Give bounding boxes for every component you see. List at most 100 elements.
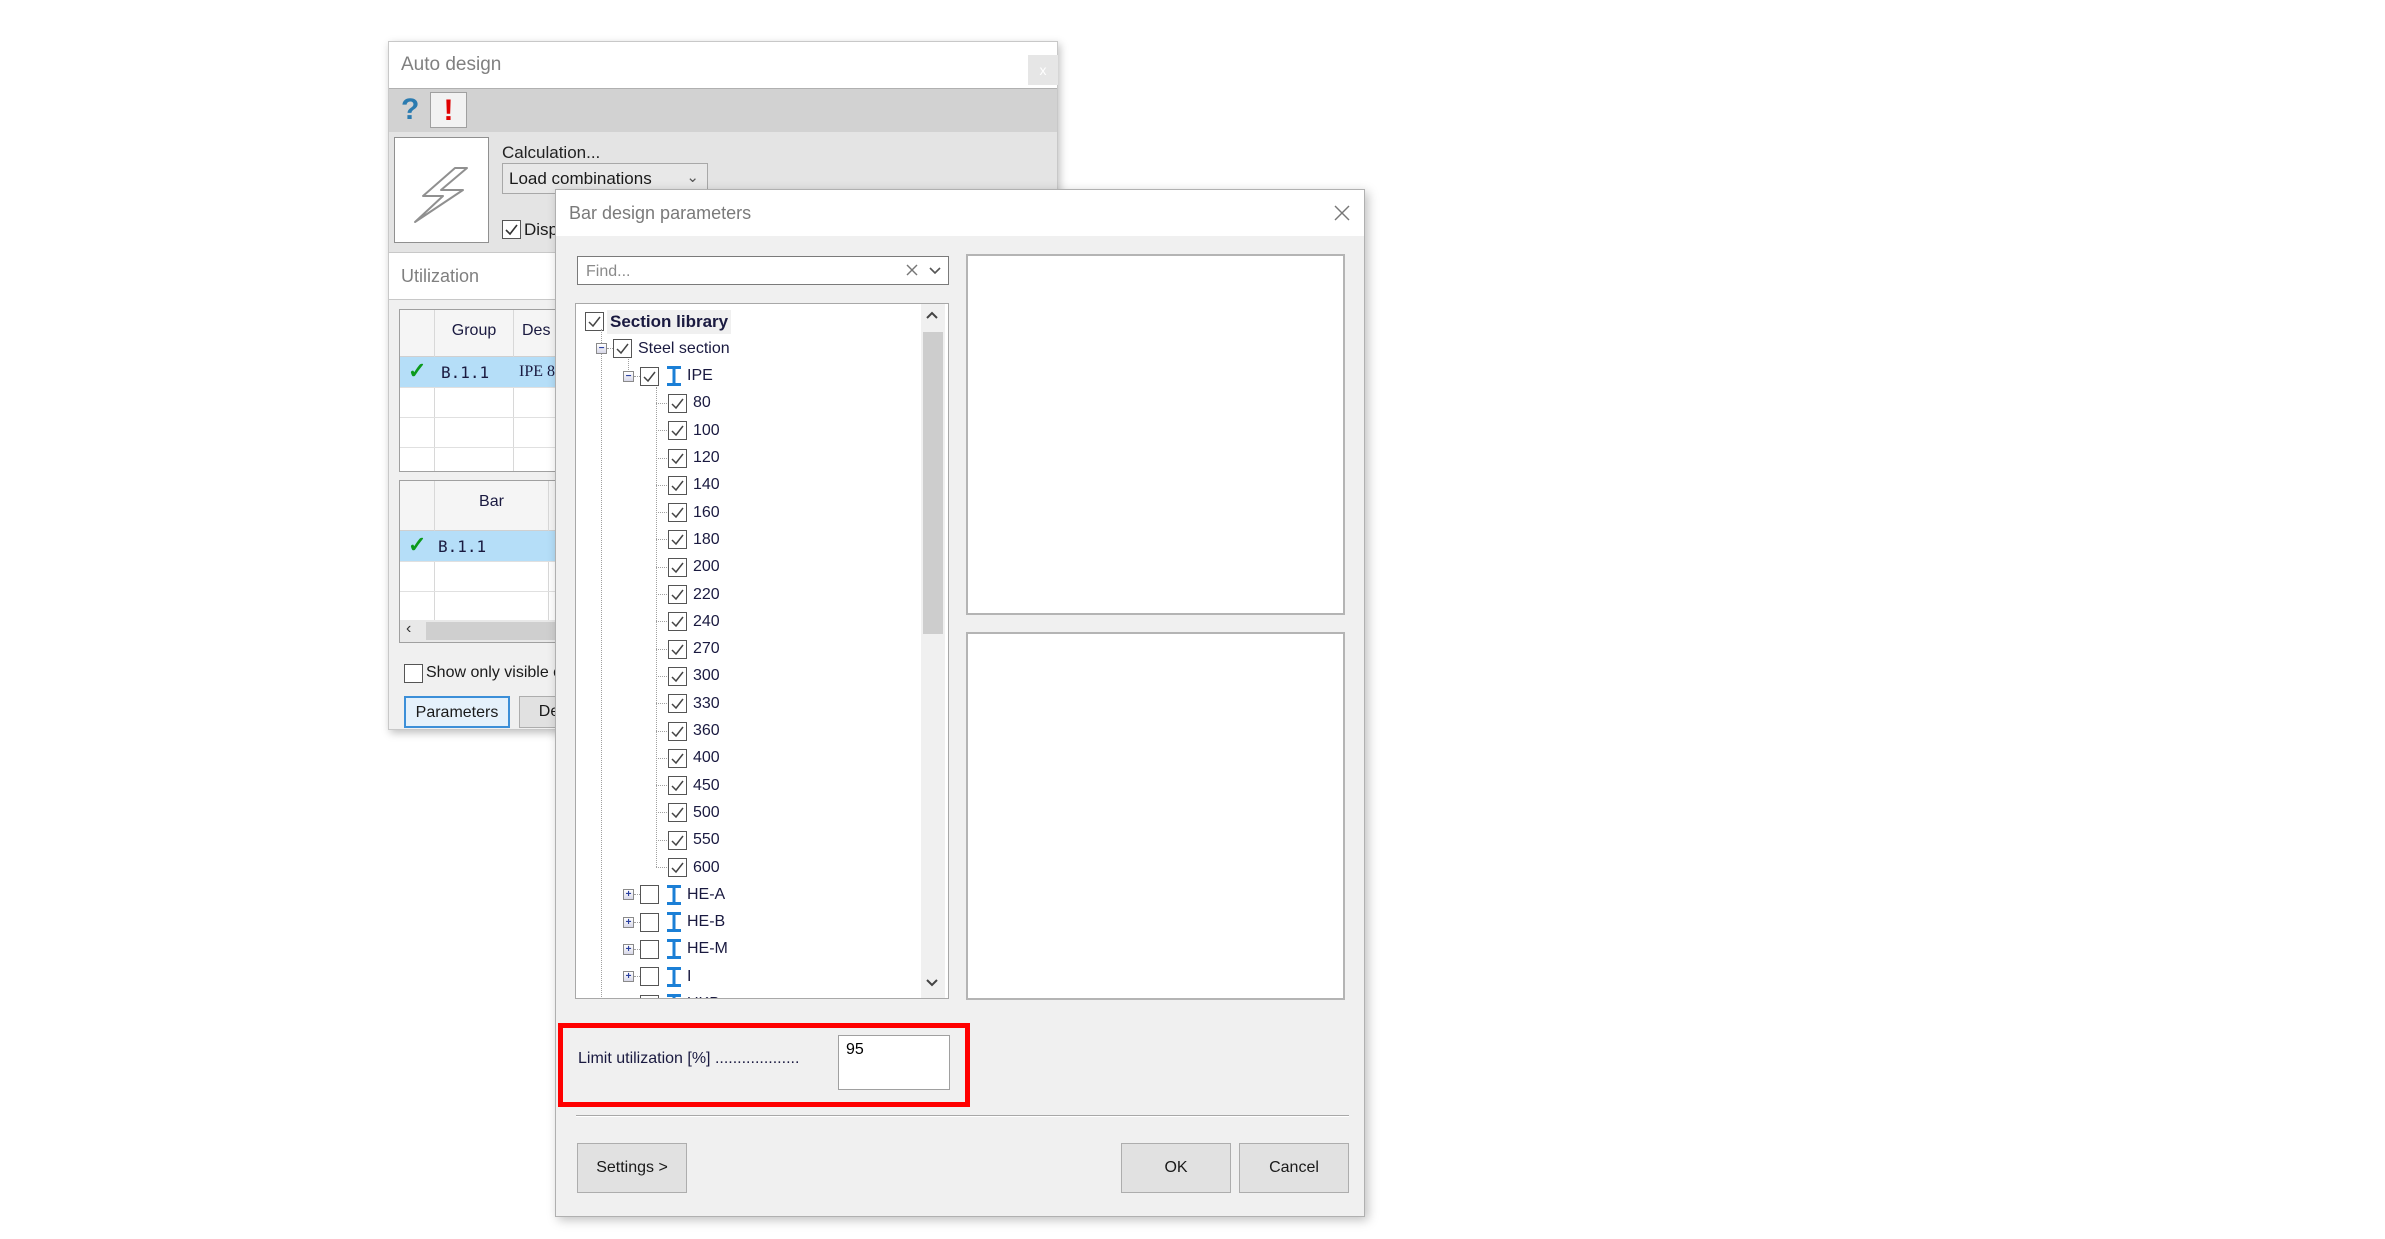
- tree-node-ukb[interactable]: UKB: [640, 991, 720, 998]
- column-header-group[interactable]: Group: [435, 322, 513, 340]
- tree-node-ipe-270[interactable]: 270: [668, 636, 720, 663]
- tree-node-ipe-100-checkbox[interactable]: [668, 421, 687, 441]
- checkmark-icon: [671, 425, 684, 437]
- tree-node-ipe-240[interactable]: 240: [668, 608, 720, 635]
- tree-node-he-a[interactable]: HE-A: [640, 881, 725, 908]
- tree-node-ipe-360-checkbox[interactable]: [668, 721, 687, 741]
- tree-node-steel-section-checkbox[interactable]: [613, 339, 632, 359]
- limit-utilization-field[interactable]: [838, 1035, 950, 1090]
- table-row[interactable]: [400, 418, 558, 448]
- tree-node-he-m-checkbox[interactable]: [640, 939, 659, 959]
- tree-node-ipe-400[interactable]: 400: [668, 745, 720, 772]
- tree-node-section-library-checkbox[interactable]: [585, 312, 604, 331]
- tree-node-ipe-550[interactable]: 550: [668, 827, 720, 854]
- tree-node-ipe-270-label: 270: [693, 640, 720, 658]
- tree-node-ipe-300-checkbox[interactable]: [668, 666, 687, 686]
- tree-node-ipe-120-label: 120: [693, 449, 720, 466]
- scrollbar-thumb[interactable]: [426, 622, 558, 640]
- tree-node-ipe-600[interactable]: 600: [668, 854, 720, 881]
- parameters-button[interactable]: Parameters: [404, 696, 510, 728]
- tree-node-ipe-240-checkbox[interactable]: [668, 612, 687, 632]
- tree-node-ipe-160-checkbox[interactable]: [668, 503, 687, 523]
- tree-node-ipe-120-checkbox[interactable]: [668, 448, 687, 468]
- tree-node-ukb-checkbox[interactable]: [640, 994, 659, 998]
- tree-node-ipe-checkbox[interactable]: [640, 366, 659, 386]
- tree-node-ipe-200[interactable]: 200: [668, 554, 720, 581]
- tree-node-he-b[interactable]: HE-B: [640, 909, 725, 936]
- settings-button[interactable]: Settings >: [577, 1143, 687, 1193]
- tree-node-he-m[interactable]: HE-M: [640, 936, 728, 963]
- cancel-button[interactable]: Cancel: [1239, 1143, 1349, 1193]
- column-header-design[interactable]: Des: [522, 322, 550, 340]
- tree-connector: [656, 839, 667, 841]
- table-row[interactable]: [400, 592, 558, 621]
- scroll-left-icon[interactable]: ‹: [406, 620, 411, 638]
- tree-node-i-checkbox[interactable]: [640, 967, 659, 987]
- tree-node-ipe-80-checkbox[interactable]: [668, 393, 687, 413]
- tree-node-ipe-180[interactable]: 180: [668, 526, 720, 553]
- table-row[interactable]: ✓ B.1.1: [400, 531, 558, 562]
- tree-node-ipe-400-checkbox[interactable]: [668, 748, 687, 768]
- table-row[interactable]: [400, 562, 558, 592]
- expand-icon[interactable]: +: [623, 943, 634, 955]
- tree-node-ipe-360[interactable]: 360: [668, 718, 720, 745]
- find-combobox[interactable]: [577, 256, 949, 285]
- tree-node-ipe-450-checkbox[interactable]: [668, 776, 687, 796]
- tree-node-ipe-200-checkbox[interactable]: [668, 557, 687, 577]
- show-only-visible-checkbox[interactable]: [404, 664, 423, 683]
- tree-node-ipe-140[interactable]: 140: [668, 472, 720, 499]
- vertical-scrollbar[interactable]: [921, 304, 945, 998]
- tree-node-ipe-330-checkbox[interactable]: [668, 694, 687, 714]
- tree-node-ipe-500[interactable]: 500: [668, 799, 720, 826]
- close-button[interactable]: x: [1028, 55, 1058, 85]
- expand-icon[interactable]: +: [623, 889, 634, 901]
- tree-node-ipe-330[interactable]: 330: [668, 690, 720, 717]
- table-row[interactable]: [400, 388, 558, 418]
- scroll-down-icon[interactable]: [926, 978, 938, 988]
- horizontal-scrollbar[interactable]: ‹: [400, 620, 558, 642]
- table-row[interactable]: ✓ B.1.1 IPE 8: [400, 357, 558, 388]
- tree-node-ipe-300[interactable]: 300: [668, 663, 720, 690]
- collapse-icon[interactable]: −: [623, 370, 634, 382]
- scrollbar-thumb[interactable]: [923, 332, 943, 634]
- display-checkbox[interactable]: [502, 220, 521, 239]
- tree-node-ipe-160[interactable]: 160: [668, 499, 720, 526]
- expand-icon[interactable]: +: [623, 999, 634, 1000]
- tree-node-ipe-270-checkbox[interactable]: [668, 639, 687, 659]
- clear-icon[interactable]: [904, 262, 920, 278]
- section-preview-panel: [966, 254, 1345, 615]
- tree-node-ipe-550-checkbox[interactable]: [668, 830, 687, 850]
- find-input[interactable]: [584, 260, 888, 283]
- tree-node-ipe[interactable]: IPE: [640, 363, 713, 390]
- ok-button[interactable]: OK: [1121, 1143, 1231, 1193]
- scroll-up-icon[interactable]: [926, 310, 938, 320]
- tree-node-ipe-220-checkbox[interactable]: [668, 585, 687, 604]
- close-icon[interactable]: [1333, 204, 1351, 222]
- tree-node-ipe-140-checkbox[interactable]: [668, 475, 687, 495]
- help-icon[interactable]: ?: [401, 94, 419, 126]
- tree-node-ipe-500-checkbox[interactable]: [668, 803, 687, 823]
- tree-node-ipe-220[interactable]: 220: [668, 581, 720, 608]
- warning-icon[interactable]: !: [430, 92, 467, 128]
- column-header-bar[interactable]: Bar: [435, 493, 548, 511]
- limit-utilization-input[interactable]: [844, 1040, 943, 1060]
- tree-node-section-library[interactable]: Section library: [585, 308, 732, 335]
- tree-node-i[interactable]: I: [640, 963, 691, 990]
- tree-node-he-b-checkbox[interactable]: [640, 912, 659, 932]
- tree-connector: [656, 484, 667, 486]
- tree-node-ipe-450[interactable]: 450: [668, 772, 720, 799]
- checkmark-icon: [671, 671, 684, 683]
- tree-node-ipe-600-checkbox[interactable]: [668, 858, 687, 877]
- expand-icon[interactable]: +: [623, 971, 634, 983]
- run-calculation-button[interactable]: [394, 137, 489, 243]
- expand-icon[interactable]: +: [623, 916, 634, 928]
- tree-node-ipe-120[interactable]: 120: [668, 445, 720, 472]
- tree-node-ukb-label: UKB: [687, 995, 720, 998]
- tree-node-he-a-checkbox[interactable]: [640, 885, 659, 905]
- tree-node-ipe-180-checkbox[interactable]: [668, 530, 687, 550]
- tree-node-ipe-100[interactable]: 100: [668, 417, 720, 444]
- tree-node-ipe-80[interactable]: 80: [668, 390, 711, 417]
- collapse-icon[interactable]: −: [596, 343, 607, 355]
- tree-node-steel-section[interactable]: Steel section: [613, 335, 730, 362]
- chevron-down-icon[interactable]: [928, 266, 942, 276]
